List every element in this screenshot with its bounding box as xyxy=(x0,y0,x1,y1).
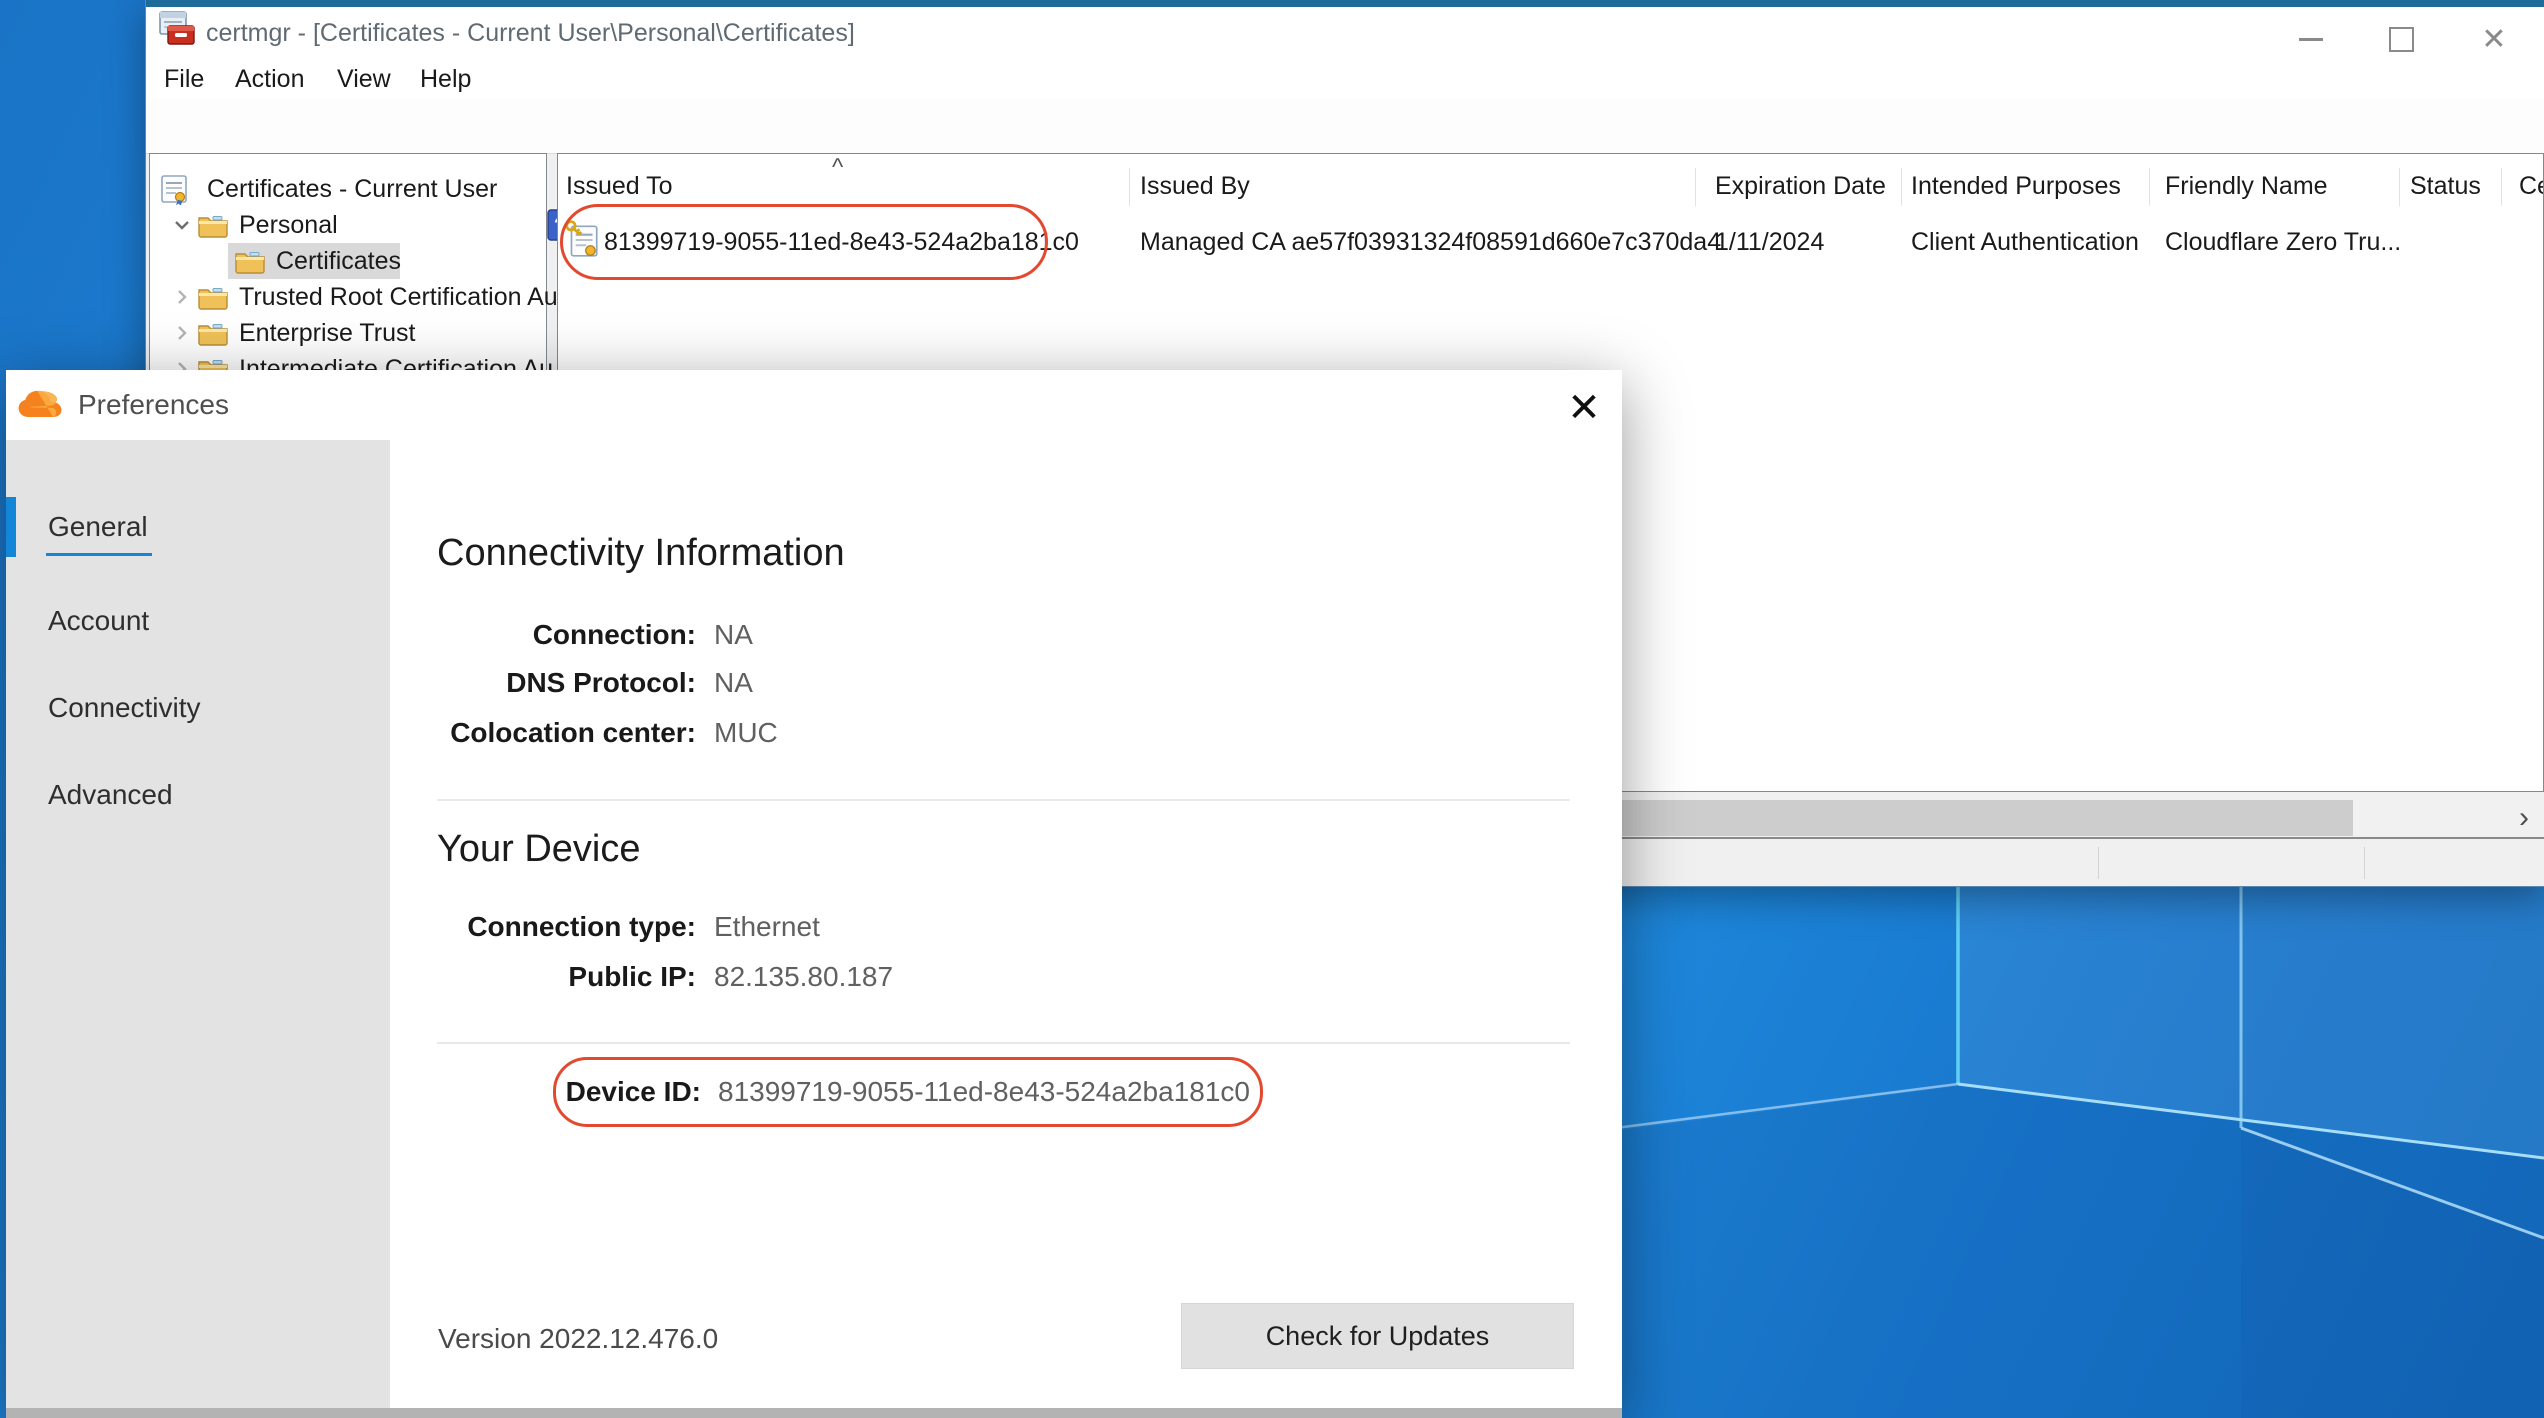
value-public-ip: 82.135.80.187 xyxy=(714,959,893,995)
window-title: certmgr - [Certificates - Current User\P… xyxy=(206,7,855,60)
version-text: Version 2022.12.476.0 xyxy=(438,1321,718,1357)
maximize-button[interactable] xyxy=(2378,14,2424,64)
section-heading-your-device: Your Device xyxy=(437,828,641,871)
folder-icon xyxy=(197,212,229,238)
chevron-right-icon: › xyxy=(2519,801,2529,835)
label-colocation-center: Colocation center: xyxy=(450,715,696,751)
selected-nav-underline xyxy=(46,553,152,556)
toolbar: ? xyxy=(146,99,2544,154)
close-icon: ✕ xyxy=(1567,385,1601,431)
column-header-certificate[interactable]: Ce xyxy=(2519,162,2544,210)
certmgr-titlebar[interactable]: certmgr - [Certificates - Current User\P… xyxy=(146,7,2544,60)
value-colocation-center: MUC xyxy=(714,715,778,751)
label-connection: Connection: xyxy=(533,617,696,653)
chevron-down-icon[interactable] xyxy=(172,215,192,235)
column-header-issued-by[interactable]: Issued By xyxy=(1140,162,1250,210)
column-divider[interactable] xyxy=(1695,168,1696,206)
menubar: File Action View Help xyxy=(146,60,2544,99)
menu-action[interactable]: Action xyxy=(235,60,304,99)
cell-expiration-date: 1/11/2024 xyxy=(1715,210,1824,274)
cell-friendly-name: Cloudflare Zero Tru... xyxy=(2165,210,2401,274)
column-header-friendly-name[interactable]: Friendly Name xyxy=(2165,162,2328,210)
preferences-dialog: Preferences ✕ General Account Connectivi… xyxy=(6,370,1622,1418)
cell-issued-by: Managed CA ae57f03931324f08591d660e7c370… xyxy=(1140,210,1721,274)
cloudflare-logo-icon xyxy=(16,390,70,422)
tree-item-certificates-selected[interactable]: Certificates xyxy=(150,243,546,279)
value-connection: NA xyxy=(714,617,753,653)
annotation-ellipse-device-id xyxy=(553,1057,1263,1127)
column-divider[interactable] xyxy=(2149,168,2150,206)
tree-item-personal[interactable]: Personal xyxy=(150,207,546,243)
column-header-expiration-date[interactable]: Expiration Date xyxy=(1715,162,1886,210)
minimize-button[interactable] xyxy=(2288,14,2334,64)
value-connection-type: Ethernet xyxy=(714,909,820,945)
menu-view[interactable]: View xyxy=(337,60,391,99)
maximize-icon xyxy=(2389,27,2414,52)
window-top-accent xyxy=(146,0,2544,7)
certmgr-app-icon xyxy=(156,8,198,50)
tree-item-trusted-root[interactable]: Trusted Root Certification Au xyxy=(150,279,546,315)
column-divider[interactable] xyxy=(1901,168,1902,206)
check-for-updates-button[interactable]: Check for Updates xyxy=(1181,1303,1574,1369)
menu-help[interactable]: Help xyxy=(420,60,471,99)
nav-item-connectivity[interactable]: Connectivity xyxy=(6,680,390,736)
cell-intended-purposes: Client Authentication xyxy=(1911,210,2139,274)
section-divider xyxy=(437,799,1570,801)
folder-icon xyxy=(197,284,229,310)
nav-item-account[interactable]: Account xyxy=(6,593,390,649)
column-divider[interactable] xyxy=(2501,168,2502,206)
folder-icon xyxy=(197,320,229,346)
chevron-right-icon[interactable] xyxy=(172,323,192,343)
tree-item-enterprise-trust[interactable]: Enterprise Trust xyxy=(150,315,546,351)
nav-item-general[interactable]: General xyxy=(6,499,390,555)
column-header-intended-purposes[interactable]: Intended Purposes xyxy=(1911,162,2121,210)
preferences-sidebar: General Account Connectivity Advanced xyxy=(6,440,390,1408)
section-divider xyxy=(437,1042,1570,1044)
statusbar-separator xyxy=(2098,847,2099,879)
section-heading-connectivity-information: Connectivity Information xyxy=(437,532,845,575)
label-dns-protocol: DNS Protocol: xyxy=(506,665,696,701)
dialog-close-button[interactable]: ✕ xyxy=(1558,382,1610,434)
menu-file[interactable]: File xyxy=(164,60,204,99)
column-header-issued-to[interactable]: Issued To xyxy=(566,162,673,210)
annotation-ellipse-certificate xyxy=(560,204,1048,280)
close-button[interactable]: ✕ xyxy=(2471,14,2517,64)
folder-icon xyxy=(234,248,266,274)
column-divider[interactable] xyxy=(2399,168,2400,206)
dialog-title: Preferences xyxy=(78,370,229,440)
minimize-icon xyxy=(2299,38,2323,41)
tree-item-certificates-current-user[interactable]: Certificates - Current User xyxy=(150,171,546,207)
certificates-store-icon xyxy=(158,173,190,205)
sort-ascending-indicator: ^ xyxy=(832,154,843,182)
chevron-right-icon[interactable] xyxy=(172,287,192,307)
dialog-bottom-edge xyxy=(6,1408,1622,1418)
label-public-ip: Public IP: xyxy=(568,959,696,995)
column-header-status[interactable]: Status xyxy=(2410,162,2481,210)
scroll-right-button[interactable]: › xyxy=(2505,800,2543,836)
column-divider[interactable] xyxy=(1129,168,1130,206)
label-connection-type: Connection type: xyxy=(467,909,696,945)
nav-item-advanced[interactable]: Advanced xyxy=(6,767,390,823)
value-dns-protocol: NA xyxy=(714,665,753,701)
close-icon: ✕ xyxy=(2481,22,2506,57)
statusbar-separator xyxy=(2364,847,2365,879)
